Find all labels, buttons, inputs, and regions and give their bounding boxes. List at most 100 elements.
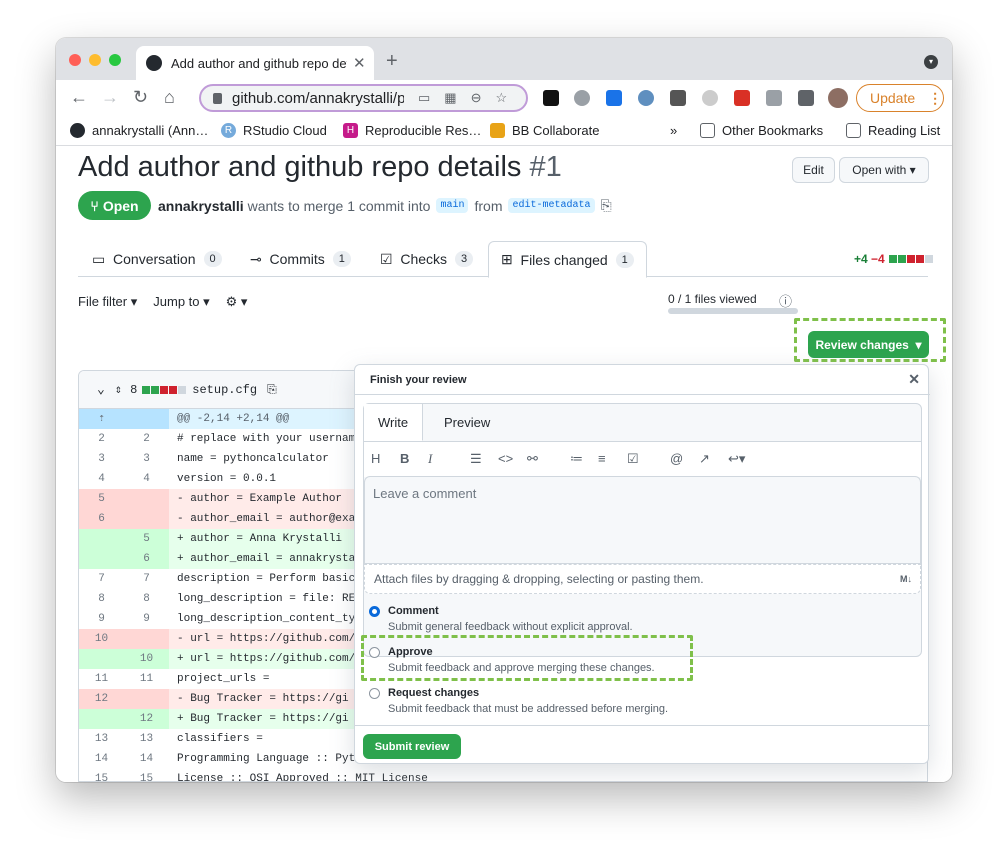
new-line-number[interactable]: 15 bbox=[124, 769, 169, 781]
new-tab-button[interactable]: + bbox=[386, 50, 398, 73]
extension-icon[interactable] bbox=[574, 90, 590, 106]
extension-icon[interactable] bbox=[702, 90, 718, 106]
tab-commits[interactable]: ⊸ Commits 1 bbox=[250, 241, 351, 277]
edit-button[interactable]: Edit bbox=[792, 157, 835, 183]
old-line-number[interactable]: 5 bbox=[79, 489, 124, 509]
saved-replies-icon[interactable]: ↩▾ bbox=[728, 451, 745, 467]
new-line-number[interactable]: 7 bbox=[124, 569, 169, 589]
url-text[interactable]: github.com/annakrystalli/pythoncalculato… bbox=[232, 90, 404, 107]
update-button[interactable]: Update ⋮ bbox=[856, 84, 944, 112]
new-line-number[interactable]: 3 bbox=[124, 449, 169, 469]
copy-icon[interactable]: ⎘ bbox=[601, 197, 612, 214]
tab-write[interactable]: Write bbox=[364, 404, 424, 441]
file-name[interactable]: setup.cfg bbox=[192, 383, 257, 397]
new-line-number[interactable]: 10 bbox=[124, 649, 169, 669]
bold-icon[interactable]: B bbox=[400, 451, 409, 466]
comment-textarea[interactable]: Leave a comment bbox=[364, 476, 921, 564]
bookmark-item[interactable]: BB Collaborate bbox=[490, 123, 599, 138]
tab-checks[interactable]: ☑ Checks 3 bbox=[380, 241, 474, 277]
tab-files-changed[interactable]: ⊞ Files changed 1 bbox=[488, 241, 647, 278]
new-line-number[interactable]: 11 bbox=[124, 669, 169, 689]
copy-icon[interactable]: ⎘ bbox=[267, 382, 277, 397]
old-line-number[interactable]: 6 bbox=[79, 509, 124, 529]
quote-icon[interactable]: ☰ bbox=[470, 451, 482, 467]
old-line-number[interactable]: 11 bbox=[79, 669, 124, 689]
new-line-number[interactable] bbox=[124, 489, 169, 509]
base-branch[interactable]: main bbox=[436, 198, 469, 213]
back-icon[interactable]: ← bbox=[70, 87, 88, 108]
radio-request-changes[interactable] bbox=[369, 688, 380, 699]
old-line-number[interactable]: 12 bbox=[79, 689, 124, 709]
expand-icon[interactable]: ⇕ bbox=[115, 382, 122, 397]
old-line-number[interactable] bbox=[79, 529, 124, 549]
new-line-number[interactable]: 12 bbox=[124, 709, 169, 729]
reading-list[interactable]: Reading List bbox=[846, 123, 940, 138]
numbered-list-icon[interactable]: ≡ bbox=[598, 451, 606, 466]
old-line-number[interactable]: 14 bbox=[79, 749, 124, 769]
new-line-number[interactable]: 8 bbox=[124, 589, 169, 609]
tab-search-icon[interactable]: ▾ bbox=[924, 55, 938, 69]
extension-icon[interactable] bbox=[766, 90, 782, 106]
author-link[interactable]: annakrystalli bbox=[158, 198, 244, 214]
radio-comment[interactable] bbox=[369, 606, 380, 617]
extension-icon[interactable] bbox=[670, 90, 686, 106]
attach-files[interactable]: Attach files by dragging & dropping, sel… bbox=[364, 564, 921, 594]
close-window-button[interactable] bbox=[69, 54, 81, 66]
tab-preview[interactable]: Preview bbox=[430, 404, 504, 440]
old-line-number[interactable]: 7 bbox=[79, 569, 124, 589]
qr-icon[interactable]: ▦ bbox=[444, 90, 456, 106]
task-list-icon[interactable]: ☑ bbox=[627, 451, 639, 467]
new-line-number[interactable] bbox=[124, 629, 169, 649]
review-changes-button[interactable]: Review changes ▾ bbox=[808, 331, 929, 358]
new-line-number[interactable]: 6 bbox=[124, 549, 169, 569]
minimize-window-button[interactable] bbox=[89, 54, 101, 66]
close-tab-icon[interactable]: ✕ bbox=[353, 54, 366, 72]
radio-approve[interactable] bbox=[369, 647, 380, 658]
browser-tab[interactable]: Add author and github repo details · Pul… bbox=[136, 46, 374, 80]
reload-icon[interactable]: ↻ bbox=[133, 87, 148, 108]
extension-icon[interactable] bbox=[734, 90, 750, 106]
new-line-number[interactable] bbox=[124, 509, 169, 529]
new-line-number[interactable]: 13 bbox=[124, 729, 169, 749]
home-icon[interactable]: ⌂ bbox=[164, 87, 175, 108]
submit-review-button[interactable]: Submit review bbox=[363, 734, 461, 759]
address-bar[interactable]: github.com/annakrystalli/pythoncalculato… bbox=[199, 84, 528, 112]
file-filter-button[interactable]: File filter ▾ bbox=[78, 294, 137, 310]
bookmarks-overflow[interactable]: » bbox=[670, 123, 677, 138]
old-line-number[interactable] bbox=[79, 549, 124, 569]
expand-up-icon[interactable]: ⇡ bbox=[79, 409, 124, 429]
new-line-number[interactable]: 2 bbox=[124, 429, 169, 449]
head-branch[interactable]: edit-metadata bbox=[508, 198, 595, 213]
extension-icon[interactable] bbox=[638, 90, 654, 106]
reference-icon[interactable]: ↗ bbox=[699, 451, 710, 467]
new-line-number[interactable]: 14 bbox=[124, 749, 169, 769]
old-line-number[interactable]: 3 bbox=[79, 449, 124, 469]
extension-icon[interactable] bbox=[543, 90, 559, 106]
old-line-number[interactable] bbox=[79, 649, 124, 669]
new-line-number[interactable]: 4 bbox=[124, 469, 169, 489]
extensions-puzzle-icon[interactable] bbox=[798, 90, 814, 106]
close-icon[interactable]: ✕ bbox=[908, 371, 920, 388]
old-line-number[interactable]: 9 bbox=[79, 609, 124, 629]
old-line-number[interactable]: 4 bbox=[79, 469, 124, 489]
avatar[interactable] bbox=[828, 88, 848, 108]
new-line-number[interactable]: 9 bbox=[124, 609, 169, 629]
new-line-number[interactable]: 5 bbox=[124, 529, 169, 549]
bookmark-item[interactable]: R RStudio Cloud bbox=[221, 123, 327, 138]
old-line-number[interactable] bbox=[79, 709, 124, 729]
chevron-down-icon[interactable]: ⌄ bbox=[97, 382, 105, 397]
gear-icon[interactable]: ⚙ ▾ bbox=[226, 294, 248, 310]
info-icon[interactable]: ⓘ bbox=[779, 291, 792, 310]
old-line-number[interactable]: 15 bbox=[79, 769, 124, 781]
old-line-number[interactable]: 10 bbox=[79, 629, 124, 649]
other-bookmarks[interactable]: Other Bookmarks bbox=[700, 123, 823, 138]
bookmark-item[interactable]: H Reproducible Res… bbox=[343, 123, 481, 138]
extension-icon[interactable] bbox=[606, 90, 622, 106]
new-line-number[interactable] bbox=[124, 689, 169, 709]
bulleted-list-icon[interactable]: ≔ bbox=[570, 451, 583, 467]
bookmark-star-icon[interactable]: ☆ bbox=[496, 90, 508, 106]
link-icon[interactable]: ⚯ bbox=[527, 451, 538, 467]
mention-icon[interactable]: @ bbox=[670, 451, 683, 466]
italic-icon[interactable]: I bbox=[428, 451, 432, 467]
tab-conversation[interactable]: ▭ Conversation 0 bbox=[92, 241, 222, 277]
